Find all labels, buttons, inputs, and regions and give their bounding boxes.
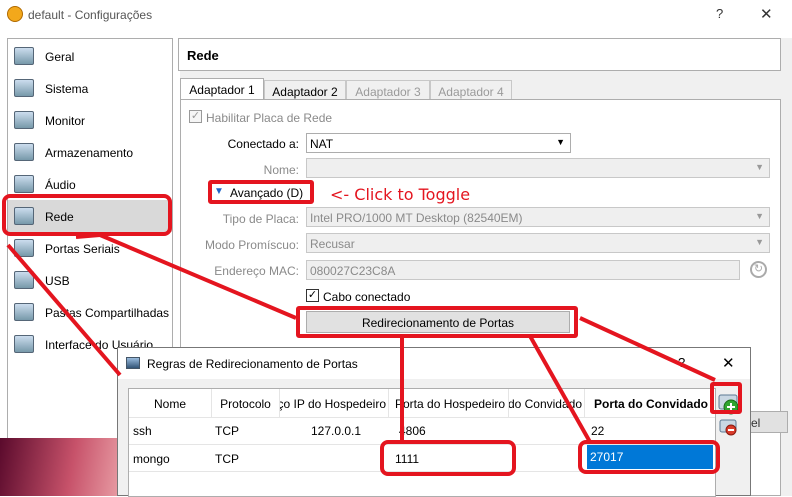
sidebar-item-pastas[interactable]: Pastas Compartilhadas	[8, 296, 172, 328]
column-header-ip-hospedeiro[interactable]: Endereço IP do Hospedeiro	[280, 389, 389, 417]
sidebar-item-sistema[interactable]: Sistema	[8, 72, 172, 104]
sidebar-item-usb[interactable]: USB	[8, 264, 172, 296]
row-divider	[129, 417, 715, 418]
row1-host-ip[interactable]: 127.0.0.1	[311, 424, 361, 438]
annotation-box-add-button	[710, 382, 742, 414]
section-header: Rede	[178, 38, 781, 71]
annotation-box-guest-port	[578, 440, 720, 474]
audio-icon	[14, 175, 34, 193]
row1-host-port[interactable]: 4806	[399, 424, 426, 438]
annotation-box-rede	[2, 194, 172, 236]
sidebar-item-label: Portas Seriais	[45, 242, 120, 256]
name-select[interactable]: ▼	[306, 158, 770, 178]
annotation-box-port-forwarding	[296, 306, 578, 338]
mac-input[interactable]: 080027C23C8A	[306, 260, 740, 280]
remove-rule-icon	[719, 419, 737, 436]
chevron-down-icon: ▼	[755, 162, 764, 172]
network-icon	[126, 357, 140, 369]
chevron-down-icon: ▼	[755, 237, 764, 247]
sidebar-item-portas-seriais[interactable]: Portas Seriais	[8, 232, 172, 264]
adapter-type-select[interactable]: Intel PRO/1000 MT Desktop (82540EM) ▼	[306, 207, 770, 227]
row1-protocol[interactable]: TCP	[215, 424, 239, 438]
annotation-text: <- Click to Toggle	[330, 185, 471, 204]
virtualbox-icon	[7, 6, 23, 22]
sidebar-item-label: USB	[45, 274, 70, 288]
close-button[interactable]: ✕	[760, 5, 773, 23]
column-header-protocolo[interactable]: Protocolo	[212, 389, 280, 417]
adapter-type-value: Intel PRO/1000 MT Desktop (82540EM)	[310, 211, 523, 225]
sidebar-item-label: Armazenamento	[45, 146, 134, 160]
tab-adaptador-2[interactable]: Adaptador 2	[264, 80, 346, 100]
general-icon	[14, 47, 34, 65]
promisc-select[interactable]: Recusar ▼	[306, 233, 770, 253]
cable-checkbox[interactable]: ✓	[306, 289, 319, 302]
attached-label: Conectado a:	[227, 137, 299, 151]
enable-adapter-checkbox[interactable]: ✓	[189, 110, 202, 123]
dialog-help-button[interactable]: ?	[678, 355, 685, 370]
promisc-value: Recusar	[310, 237, 355, 251]
sidebar-item-monitor[interactable]: Monitor	[8, 104, 172, 136]
sidebar-item-label: Sistema	[45, 82, 89, 96]
sidebar-item-geral[interactable]: Geral	[8, 40, 172, 72]
column-header-ip-convidado[interactable]: IP do Convidado	[509, 389, 585, 417]
row2-protocol[interactable]: TCP	[215, 452, 239, 466]
row1-guest-port[interactable]: 22	[591, 424, 604, 438]
dialog-title-bar: Regras de Redirecionamento de Portas ? ✕	[118, 348, 750, 379]
storage-icon	[14, 143, 34, 161]
monitor-icon	[14, 111, 34, 129]
dialog-title: Regras de Redirecionamento de Portas	[147, 357, 358, 371]
sidebar-item-label: Áudio	[45, 178, 76, 192]
sidebar-item-label: Monitor	[45, 114, 86, 128]
sidebar-item-label: Geral	[45, 50, 75, 64]
row2-name[interactable]: mongo	[133, 452, 170, 466]
mac-value: 080027C23C8A	[310, 264, 396, 278]
remove-rule-button[interactable]	[718, 418, 740, 436]
usb-icon	[14, 271, 34, 289]
tab-adaptador-3[interactable]: Adaptador 3	[346, 80, 430, 100]
chevron-down-icon: ▼	[556, 137, 565, 147]
page-title: Rede	[187, 48, 219, 63]
chevron-down-icon: ▼	[755, 211, 764, 221]
cable-label: Cabo conectado	[323, 290, 411, 304]
system-icon	[14, 79, 34, 97]
title-bar: default - Configurações ? ✕	[0, 0, 792, 30]
sidebar-item-label: Pastas Compartilhadas	[45, 306, 170, 320]
promisc-label: Modo Promíscuo:	[204, 238, 299, 252]
tab-adaptador-1[interactable]: Adaptador 1	[180, 78, 264, 100]
column-header-porta-hospedeiro[interactable]: Porta do Hospedeiro	[389, 389, 509, 417]
serial-icon	[14, 239, 34, 257]
column-header-nome[interactable]: Nome	[129, 389, 212, 417]
annotation-box-host-port	[380, 440, 516, 476]
ui-icon	[14, 335, 34, 353]
window-title: default - Configurações	[28, 8, 153, 22]
refresh-mac-icon[interactable]: ↻	[750, 261, 767, 278]
help-button[interactable]: ?	[716, 6, 723, 21]
column-header-porta-convidado[interactable]: Porta do Convidado	[585, 389, 715, 417]
enable-adapter-label: Habilitar Placa de Rede	[206, 111, 333, 125]
dialog-close-button[interactable]: ✕	[722, 354, 735, 372]
tab-adaptador-4[interactable]: Adaptador 4	[430, 80, 512, 100]
desktop-wallpaper	[0, 438, 118, 496]
name-label: Nome:	[263, 163, 299, 177]
row1-name[interactable]: ssh	[133, 424, 152, 438]
annotation-box-advanced	[208, 180, 314, 204]
attached-value: NAT	[310, 137, 334, 151]
attached-select[interactable]: NAT ▼	[306, 133, 571, 153]
mac-label: Endereço MAC:	[214, 264, 299, 278]
sidebar-item-armazenamento[interactable]: Armazenamento	[8, 136, 172, 168]
shared-folder-icon	[14, 303, 34, 321]
